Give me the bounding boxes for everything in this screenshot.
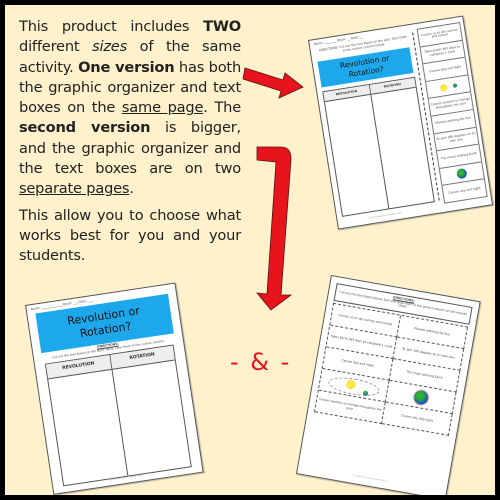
preview-page-organizer: Name: ______________ Block: ___ Date: __… <box>25 282 204 495</box>
name-label: Name: <box>313 40 324 47</box>
earth-icon <box>456 167 468 180</box>
sun-icon <box>439 83 448 92</box>
page-footer: © 2016 The Science Teacher Store <box>352 475 387 484</box>
block-label: Block: <box>62 301 73 307</box>
name-label: Name: <box>30 305 41 312</box>
product-preview-canvas: This product includes TWO different size… <box>5 5 495 495</box>
date-label: Date: <box>78 298 87 305</box>
ampersand-separator: - & - <box>230 348 292 376</box>
earth-icon <box>452 83 457 89</box>
earth-icon <box>412 388 429 406</box>
arrow-down-icon <box>256 146 293 311</box>
arrow-right-icon <box>242 67 304 99</box>
block-label: Block: <box>336 37 347 43</box>
column-header-revolution: REVOLUTION <box>323 85 370 103</box>
textbox-grid: Causes us to see sunrise and sunset Plan… <box>313 302 469 436</box>
column-header-rotation: ROTATION <box>369 77 416 95</box>
organizer-table: REVOLUTION ROTATION <box>44 344 192 487</box>
organizer-table: REVOLUTION ROTATION <box>322 76 435 217</box>
date-label: Date: <box>350 34 360 41</box>
preview-page-small-version: Name: ________ Block: __ Date: __ DIRECT… <box>308 15 494 230</box>
